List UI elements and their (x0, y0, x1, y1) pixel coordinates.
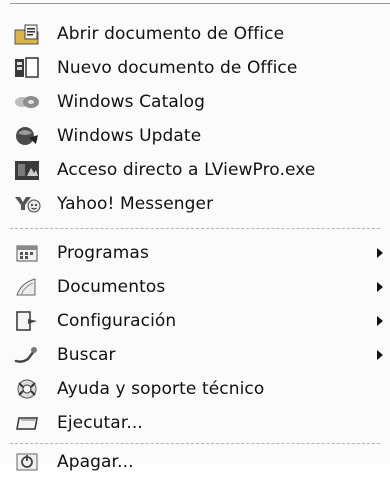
menu-item-run[interactable]: Ejecutar... (0, 406, 390, 440)
menu-item-yahoo-messenger[interactable]: Yahoo! Messenger (0, 187, 390, 221)
submenu-arrow-icon (377, 282, 383, 292)
lviewpro-icon (13, 158, 41, 182)
menu-item-label: Yahoo! Messenger (57, 194, 214, 214)
shutdown-icon (13, 450, 41, 474)
separator (10, 228, 380, 229)
run-icon (13, 411, 41, 435)
menu-item-label: Apagar... (57, 452, 134, 472)
menu-item-lviewpro[interactable]: Acceso directo a LViewPro.exe (0, 153, 390, 187)
menu-item-help[interactable]: Ayuda y soporte técnico (0, 372, 390, 406)
windows-catalog-icon (13, 90, 41, 114)
menu-item-label: Programas (57, 243, 149, 263)
menu-item-label: Nuevo documento de Office (57, 58, 298, 78)
menu-item-label: Buscar (57, 345, 116, 365)
menu-item-documents[interactable]: Documentos (0, 270, 390, 304)
submenu-arrow-icon (377, 248, 383, 258)
search-icon (13, 343, 41, 367)
windows-update-icon (13, 124, 41, 148)
menu-item-label: Windows Update (57, 126, 202, 146)
menu-item-label: Abrir documento de Office (57, 24, 285, 44)
open-office-document-icon (13, 22, 41, 46)
menu-item-new-office-document[interactable]: Nuevo documento de Office (0, 51, 390, 85)
menu-item-label: Configuración (57, 311, 177, 331)
menu-item-open-office-document[interactable]: Abrir documento de Office (0, 17, 390, 51)
menu-item-programs[interactable]: Programas (0, 236, 390, 270)
menu-item-search[interactable]: Buscar (0, 338, 390, 372)
programs-icon (13, 241, 41, 265)
menu-item-settings[interactable]: Configuración (0, 304, 390, 338)
menu-item-windows-update[interactable]: Windows Update (0, 119, 390, 153)
documents-icon (13, 275, 41, 299)
help-icon (13, 377, 41, 401)
menu-item-windows-catalog[interactable]: Windows Catalog (0, 85, 390, 119)
menu-item-label: Ayuda y soporte técnico (57, 379, 265, 399)
submenu-arrow-icon (377, 316, 383, 326)
yahoo-messenger-icon (13, 192, 41, 216)
settings-icon (13, 309, 41, 333)
start-menu: Abrir documento de Office Nuevo document… (0, 0, 390, 472)
menu-item-label: Ejecutar... (57, 413, 143, 433)
top-divider (10, 3, 390, 4)
menu-item-label: Acceso directo a LViewPro.exe (57, 160, 316, 180)
menu-item-shutdown[interactable]: Apagar... (0, 445, 390, 479)
separator (10, 443, 380, 444)
menu-item-label: Documentos (57, 277, 166, 297)
new-office-document-icon (13, 56, 41, 80)
submenu-arrow-icon (377, 350, 383, 360)
menu-item-label: Windows Catalog (57, 92, 206, 112)
